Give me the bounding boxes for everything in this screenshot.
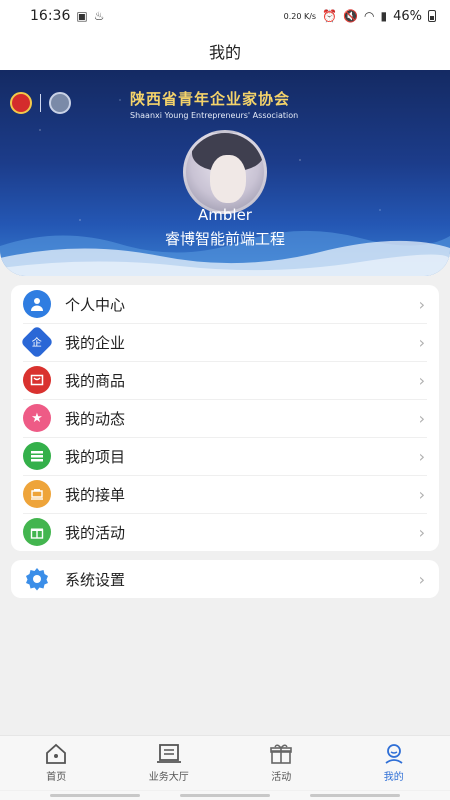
tab-label: 首页 bbox=[46, 772, 67, 783]
menu-item-my-enterprise[interactable]: 企 我的企业 › bbox=[11, 323, 439, 361]
nav-pill bbox=[310, 794, 400, 797]
nav-pill bbox=[50, 794, 140, 797]
tab-me[interactable]: 我的 bbox=[338, 736, 450, 790]
menu-item-label: 我的活动 bbox=[65, 523, 126, 542]
username: Ambler bbox=[198, 206, 252, 224]
menu-item-my-updates[interactable]: ★ 我的动态 › bbox=[11, 399, 439, 437]
chevron-right-icon: › bbox=[418, 370, 425, 390]
alarm-icon: ⏰ bbox=[322, 9, 338, 23]
menu-item-label: 我的商品 bbox=[65, 371, 126, 390]
youth-league-logo-icon bbox=[10, 92, 32, 114]
home-icon bbox=[43, 743, 69, 765]
menu-item-my-activities[interactable]: 我的活动 › bbox=[11, 513, 439, 551]
menu-item-personal-center[interactable]: 个人中心 › bbox=[11, 285, 439, 323]
menu-item-label: 个人中心 bbox=[65, 295, 126, 314]
tab-business-hall[interactable]: 业务大厅 bbox=[113, 736, 226, 790]
chevron-right-icon: › bbox=[418, 569, 425, 589]
logo-divider bbox=[40, 94, 41, 112]
chevron-right-icon: › bbox=[418, 522, 425, 542]
wifi-icon: ◠ bbox=[364, 9, 375, 23]
gift-icon bbox=[23, 518, 51, 546]
chevron-right-icon: › bbox=[418, 484, 425, 504]
menu-item-label: 我的动态 bbox=[65, 409, 126, 428]
menu-item-label: 我的企业 bbox=[65, 333, 126, 352]
profile-icon bbox=[381, 743, 407, 765]
page-title-bar: 我的 bbox=[0, 32, 450, 70]
battery-percent: 46% bbox=[393, 8, 422, 24]
enterprise-icon: 企 bbox=[20, 325, 54, 359]
tab-activities[interactable]: 活动 bbox=[225, 736, 338, 790]
profile-menu: 个人中心 › 企 我的企业 › 我的商品 › ★ 我的动态 › 我的项目 › 我… bbox=[11, 285, 439, 551]
avatar[interactable] bbox=[183, 130, 267, 214]
chevron-right-icon: › bbox=[418, 332, 425, 352]
menu-item-label: 我的接单 bbox=[65, 485, 126, 504]
profile-banner: 陕西省青年企业家协会 Shaanxi Young Entrepreneurs' … bbox=[0, 70, 450, 276]
tab-label: 我的 bbox=[383, 772, 404, 783]
menu-item-my-projects[interactable]: 我的项目 › bbox=[11, 437, 439, 475]
tab-label: 活动 bbox=[271, 772, 292, 783]
goods-icon bbox=[23, 366, 51, 394]
chevron-right-icon: › bbox=[418, 446, 425, 466]
system-nav-bar bbox=[0, 791, 450, 800]
bottom-tab-bar: 首页 业务大厅 活动 我的 bbox=[0, 735, 450, 790]
tab-home[interactable]: 首页 bbox=[0, 736, 113, 790]
menu-item-system-settings[interactable]: 系统设置 › bbox=[11, 560, 439, 598]
order-icon bbox=[23, 480, 51, 508]
association-name-cn: 陕西省青年企业家协会 bbox=[130, 90, 291, 108]
signal-icon: ▮ bbox=[380, 9, 388, 23]
battery-icon bbox=[428, 10, 436, 22]
chevron-right-icon: › bbox=[418, 294, 425, 314]
menu-item-label: 系统设置 bbox=[65, 570, 126, 589]
nav-pill bbox=[180, 794, 270, 797]
gear-icon bbox=[23, 565, 51, 593]
menu-item-label: 我的项目 bbox=[65, 447, 126, 466]
project-list-icon bbox=[23, 442, 51, 470]
status-time: 16:36 bbox=[30, 8, 71, 24]
mute-icon: 🔇 bbox=[343, 9, 358, 23]
menu-item-my-orders[interactable]: 我的接单 › bbox=[11, 475, 439, 513]
association-title: 陕西省青年企业家协会 Shaanxi Young Entrepreneurs' … bbox=[130, 88, 430, 120]
chevron-right-icon: › bbox=[418, 408, 425, 428]
app-notification-icon: ♨ bbox=[93, 9, 105, 23]
company-name: 睿博智能前端工程 bbox=[164, 230, 285, 248]
association-logo-icon bbox=[49, 92, 71, 114]
activity-gift-icon bbox=[268, 743, 294, 765]
user-icon bbox=[23, 290, 51, 318]
net-speed: 0.20 K/s bbox=[283, 11, 317, 21]
business-hall-icon bbox=[156, 743, 182, 765]
tab-label: 业务大厅 bbox=[148, 772, 189, 783]
star-icon: ★ bbox=[23, 404, 51, 432]
status-bar: 16:36 ▣ ♨ 0.20 K/s ⏰ 🔇 ◠ ▮ 46% bbox=[0, 0, 450, 32]
settings-card: 系统设置 › bbox=[11, 560, 439, 598]
association-logos bbox=[10, 92, 71, 114]
page-title: 我的 bbox=[208, 43, 241, 62]
association-name-en: Shaanxi Young Entrepreneurs' Association bbox=[130, 111, 299, 120]
menu-item-my-goods[interactable]: 我的商品 › bbox=[11, 361, 439, 399]
image-notification-icon: ▣ bbox=[76, 9, 88, 23]
